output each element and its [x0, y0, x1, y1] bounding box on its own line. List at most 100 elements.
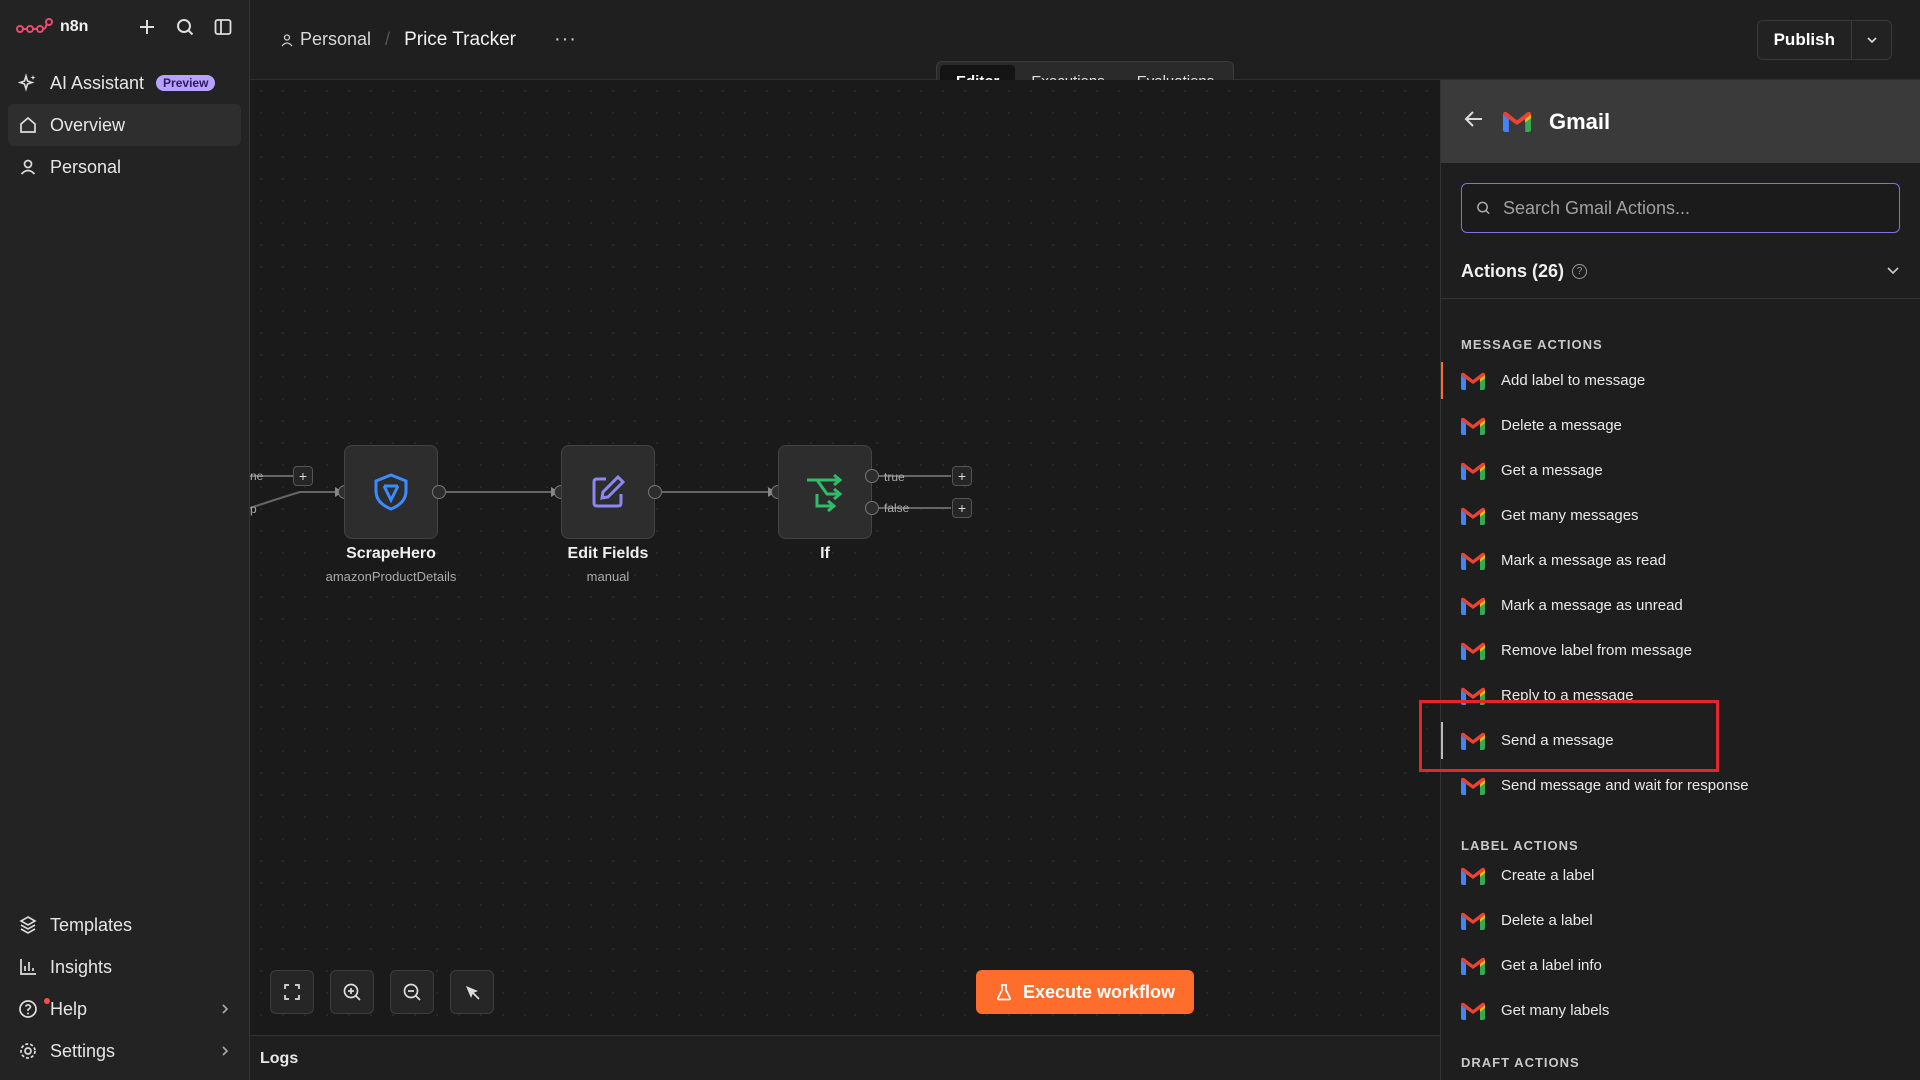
action-item[interactable]: Reply to a message	[1441, 673, 1920, 718]
action-item-label: Mark a message as unread	[1501, 597, 1683, 614]
gmail-icon	[1461, 507, 1485, 525]
action-item[interactable]: Mark a message as unread	[1441, 583, 1920, 628]
gmail-icon	[1461, 867, 1485, 885]
action-item-label: Create a label	[1501, 867, 1595, 884]
workflow-canvas[interactable]: ne p + ScrapeHero amazonProductDetails E…	[250, 80, 1440, 1035]
label-actions-list: Create a label Delete a label Get a label …	[1441, 853, 1920, 1033]
node-edit-fields[interactable]	[561, 445, 655, 539]
action-item[interactable]: Remove label from message	[1441, 628, 1920, 673]
action-item[interactable]: Send a message	[1419, 700, 1920, 772]
sidebar-item-ai-assistant[interactable]: AI Assistant Preview	[8, 62, 241, 104]
fit-view-button[interactable]	[270, 970, 314, 1014]
sidebar-item-personal[interactable]: Personal	[8, 146, 241, 188]
sidebar-item-settings[interactable]: Settings	[8, 1030, 241, 1072]
logs-label: Logs	[260, 1050, 299, 1067]
zoom-in-button[interactable]	[330, 970, 374, 1014]
action-item[interactable]: Get a label info	[1441, 943, 1920, 988]
node-subtitle: amazonProductDetails	[325, 569, 457, 584]
sidebar-item-label: Insights	[50, 956, 113, 977]
action-item[interactable]: Create a label	[1441, 853, 1920, 898]
gmail-icon	[1461, 372, 1485, 390]
node-label: ScrapeHero	[346, 545, 436, 562]
project-link[interactable]: Personal	[280, 29, 371, 50]
more-options-icon[interactable]: ···	[554, 28, 577, 51]
sidebar-toggle-icon[interactable]	[213, 17, 233, 37]
tidy-up-button[interactable]	[450, 970, 494, 1014]
action-item[interactable]: Get a message	[1441, 448, 1920, 493]
action-item[interactable]: Send message and wait for response	[1441, 763, 1920, 808]
notification-dot	[44, 998, 50, 1004]
chevron-down-icon[interactable]	[1886, 261, 1900, 282]
action-item-label: Get many messages	[1501, 507, 1639, 524]
sidebar-item-label: Help	[50, 998, 88, 1019]
zoom-out-button[interactable]	[390, 970, 434, 1014]
action-item-label: Delete a label	[1501, 912, 1593, 929]
workflow-title[interactable]: Price Tracker	[404, 29, 516, 51]
sidebar-item-templates[interactable]: Templates	[8, 904, 241, 946]
action-item[interactable]: Delete a message	[1441, 403, 1920, 448]
zoom-in-icon	[343, 983, 361, 1001]
action-item[interactable]: Get many labels	[1441, 988, 1920, 1033]
zoom-out-icon	[403, 983, 421, 1001]
sidebar-item-insights[interactable]: Insights	[8, 946, 241, 988]
output-port-false[interactable]	[865, 501, 879, 515]
logs-bar[interactable]: Logs	[250, 1035, 1440, 1080]
section-title: LABEL ACTIONS	[1461, 838, 1579, 853]
info-icon[interactable]: ?	[1572, 264, 1588, 279]
n8n-logo[interactable]: n8n	[16, 17, 88, 37]
gmail-icon	[1461, 642, 1485, 660]
node-label: Edit Fields	[567, 545, 649, 562]
incoming-branch-label: p	[250, 502, 257, 516]
back-arrow-icon[interactable]	[1463, 108, 1485, 135]
action-item[interactable]: Delete a label	[1441, 898, 1920, 943]
action-item[interactable]: Get many messages	[1441, 493, 1920, 538]
output-port[interactable]	[648, 485, 662, 499]
publish-button[interactable]: Publish	[1757, 21, 1851, 59]
panel-title: Gmail	[1549, 108, 1611, 134]
action-item[interactable]: Mark a message as read	[1441, 538, 1920, 583]
search-icon[interactable]	[175, 17, 195, 37]
action-item-label: Delete a message	[1501, 417, 1622, 434]
n8n-logo-icon	[16, 18, 53, 33]
search-input[interactable]	[1502, 197, 1885, 219]
actions-header[interactable]: Actions (26) ?	[1461, 261, 1900, 282]
action-item[interactable]: Add label to message	[1441, 358, 1920, 403]
sidebar-item-help[interactable]: Help	[8, 988, 241, 1030]
action-item-label: Get many labels	[1501, 1002, 1610, 1019]
add-node-button[interactable]: +	[952, 466, 972, 486]
execute-workflow-button[interactable]: Execute workflow	[976, 970, 1194, 1014]
fullscreen-icon	[284, 984, 300, 1000]
sidebar-item-label: Settings	[50, 1040, 116, 1061]
gmail-icon	[1461, 1002, 1485, 1020]
plus-icon[interactable]	[137, 17, 157, 37]
sidebar-item-overview[interactable]: Overview	[8, 104, 241, 146]
panel-header: Gmail	[1441, 80, 1920, 163]
sidebar-item-label: Personal	[50, 156, 122, 177]
section-title: DRAFT ACTIONS	[1461, 1055, 1580, 1070]
action-item-label: Send message and wait for response	[1501, 777, 1749, 794]
node-if[interactable]	[778, 445, 872, 539]
action-item-label: Get a message	[1501, 462, 1603, 479]
publish-dropdown[interactable]	[1851, 21, 1891, 59]
project-name: Personal	[300, 29, 372, 49]
gmail-icon	[1461, 777, 1485, 795]
branch-label-true: true	[884, 470, 905, 484]
output-port[interactable]	[432, 485, 446, 499]
node-scrapehero[interactable]	[344, 445, 438, 539]
search-icon	[1477, 201, 1490, 215]
execute-workflow-label: Execute workflow	[1022, 981, 1176, 1002]
gmail-icon	[1461, 552, 1485, 570]
gmail-icon	[1461, 687, 1485, 705]
home-icon	[18, 115, 38, 135]
sidebar-top: n8n	[0, 0, 249, 54]
output-port-true[interactable]	[865, 469, 879, 483]
add-node-button[interactable]: +	[293, 466, 313, 486]
add-node-button[interactable]: +	[952, 498, 972, 518]
node-creator-panel: Gmail Actions (26) ? MESSAGE ACTIONS Add…	[1419, 80, 1920, 1080]
user-icon	[281, 33, 293, 46]
workflow-header: Personal / Price Tracker ··· Editor Exec…	[250, 0, 1920, 102]
shield-icon	[374, 473, 408, 511]
gmail-icon	[1461, 417, 1485, 435]
gmail-icon	[1461, 957, 1485, 975]
gmail-icon	[1503, 111, 1531, 132]
